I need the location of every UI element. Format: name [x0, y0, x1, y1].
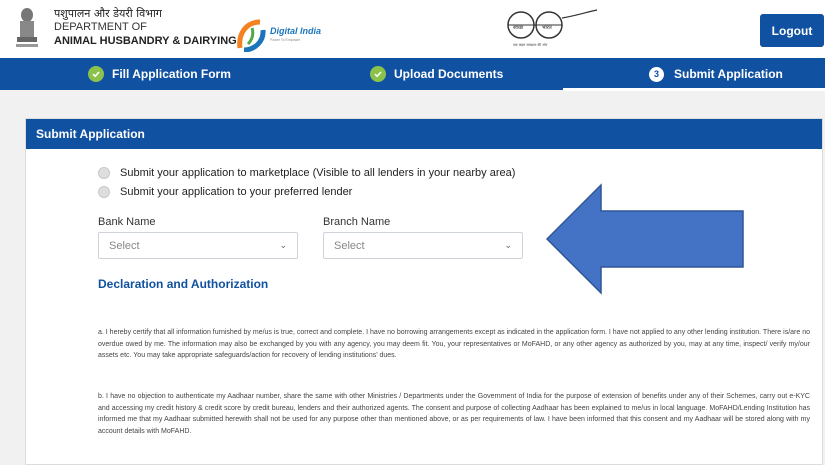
bank-select-value: Select: [109, 239, 140, 252]
option-preferred-lender[interactable]: Submit your application to your preferre…: [98, 186, 352, 198]
dept-line2: DEPARTMENT OF: [54, 20, 147, 33]
step-label: Upload Documents: [394, 67, 504, 81]
radio-button[interactable]: [98, 167, 110, 179]
dept-line3: ANIMAL HUSBANDRY & DAIRYING: [54, 34, 237, 47]
option-label: Submit your application to your preferre…: [120, 186, 353, 198]
radio-button[interactable]: [98, 186, 110, 198]
swachh-right-text: भारत: [542, 25, 552, 31]
arrow-left-annotation: [545, 183, 744, 295]
top-header: पशुपालन और डेयरी विभाग DEPARTMENT OF ANI…: [0, 0, 825, 58]
step-label: Submit Application: [674, 67, 783, 81]
branch-name-select[interactable]: Select ⌄: [323, 232, 523, 259]
swachh-tagline: एक कदम स्वच्छता की ओर: [513, 42, 548, 47]
chevron-down-icon: ⌄: [279, 240, 287, 250]
chevron-down-icon: ⌄: [504, 240, 512, 250]
progress-steps-bar: Fill Application Form Upload Documents 3…: [0, 58, 825, 90]
option-label: Submit your application to marketplace (…: [120, 167, 516, 179]
declaration-paragraph-b: b. I have no objection to authenticate m…: [98, 393, 810, 435]
step-fill-application[interactable]: Fill Application Form: [88, 58, 231, 90]
national-emblem-icon: [16, 8, 38, 47]
branch-select-value: Select: [334, 239, 365, 252]
digital-india-subtext: Power To Empower: [270, 38, 301, 42]
dept-hindi: पशुपालन और डेयरी विभाग: [54, 7, 162, 20]
step-number-badge: 3: [649, 66, 664, 82]
digital-india-logo: Digital India Power To Empower: [237, 19, 321, 52]
step-submit-application[interactable]: 3 Submit Application: [649, 58, 783, 90]
department-name: पशुपालन और डेयरी विभाग DEPARTMENT OF ANI…: [54, 7, 237, 48]
card-title: Submit Application: [26, 119, 822, 149]
swachh-bharat-logo: स्वच्छ भारत एक कदम स्वच्छता की ओर: [507, 9, 598, 47]
bank-name-label: Bank Name: [98, 216, 156, 228]
branch-name-label: Branch Name: [323, 216, 391, 228]
check-icon: [370, 66, 386, 82]
check-icon: [88, 66, 104, 82]
option-marketplace[interactable]: Submit your application to marketplace (…: [98, 167, 515, 179]
declaration-paragraph-a: a. I hereby certify that all information…: [98, 329, 810, 359]
active-step-indicator: [563, 88, 825, 91]
declaration-title: Declaration and Authorization: [98, 277, 269, 291]
step-upload-documents[interactable]: Upload Documents: [370, 58, 503, 90]
logout-button[interactable]: Logout: [760, 14, 824, 47]
bank-name-select[interactable]: Select ⌄: [98, 232, 298, 259]
step-label: Fill Application Form: [112, 67, 231, 81]
swachh-left-text: स्वच्छ: [513, 25, 524, 31]
digital-india-text: Digital India: [270, 26, 321, 36]
